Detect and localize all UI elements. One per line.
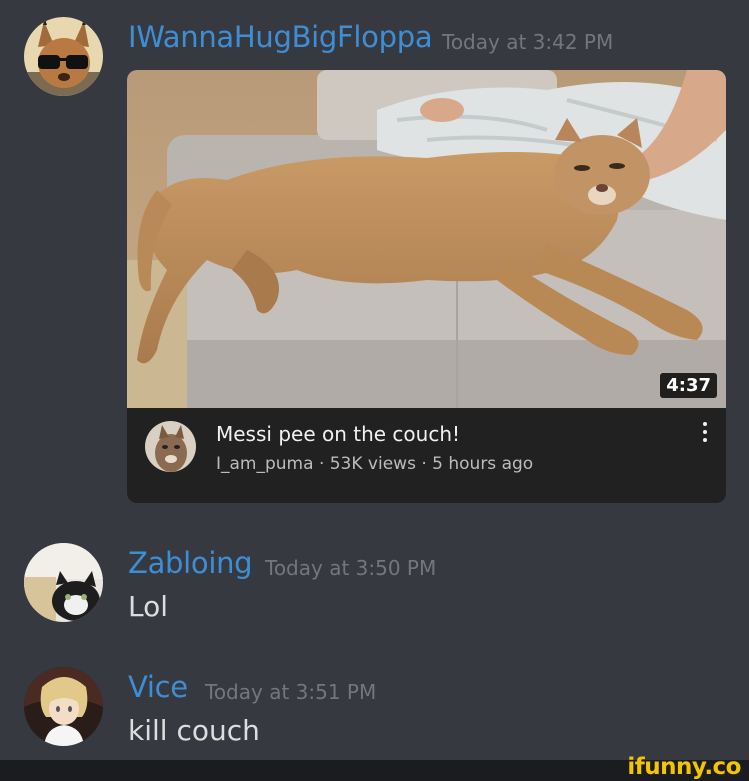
message-timestamp: Today at 3:50 PM bbox=[265, 556, 437, 580]
video-embed: 4:37 Messi pee on the couch! I_am_puma ·… bbox=[127, 70, 726, 503]
message-text: kill couch bbox=[128, 714, 260, 747]
author-name[interactable]: Vice bbox=[128, 670, 188, 704]
message-timestamp: Today at 3:42 PM bbox=[442, 30, 614, 54]
avatar-cat[interactable] bbox=[24, 543, 103, 622]
video-thumbnail[interactable] bbox=[127, 70, 726, 408]
avatar-anime[interactable] bbox=[24, 667, 103, 746]
video-meta: I_am_puma · 53K views · 5 hours ago bbox=[216, 454, 534, 474]
more-vertical-icon[interactable] bbox=[700, 422, 710, 448]
author-name[interactable]: Zabloing bbox=[128, 546, 253, 580]
author-name[interactable]: IWannaHugBigFloppa bbox=[128, 20, 433, 54]
video-info: Messi pee on the couch! I_am_puma · 53K … bbox=[127, 408, 726, 503]
video-duration: 4:37 bbox=[660, 373, 717, 398]
message-timestamp: Today at 3:51 PM bbox=[205, 680, 377, 704]
message-text: Lol bbox=[128, 590, 169, 623]
ifunny-watermark: ifunny.co bbox=[627, 754, 741, 780]
channel-avatar[interactable] bbox=[145, 421, 196, 472]
video-title[interactable]: Messi pee on the couch! bbox=[216, 422, 460, 446]
avatar-caracal[interactable] bbox=[24, 17, 103, 96]
